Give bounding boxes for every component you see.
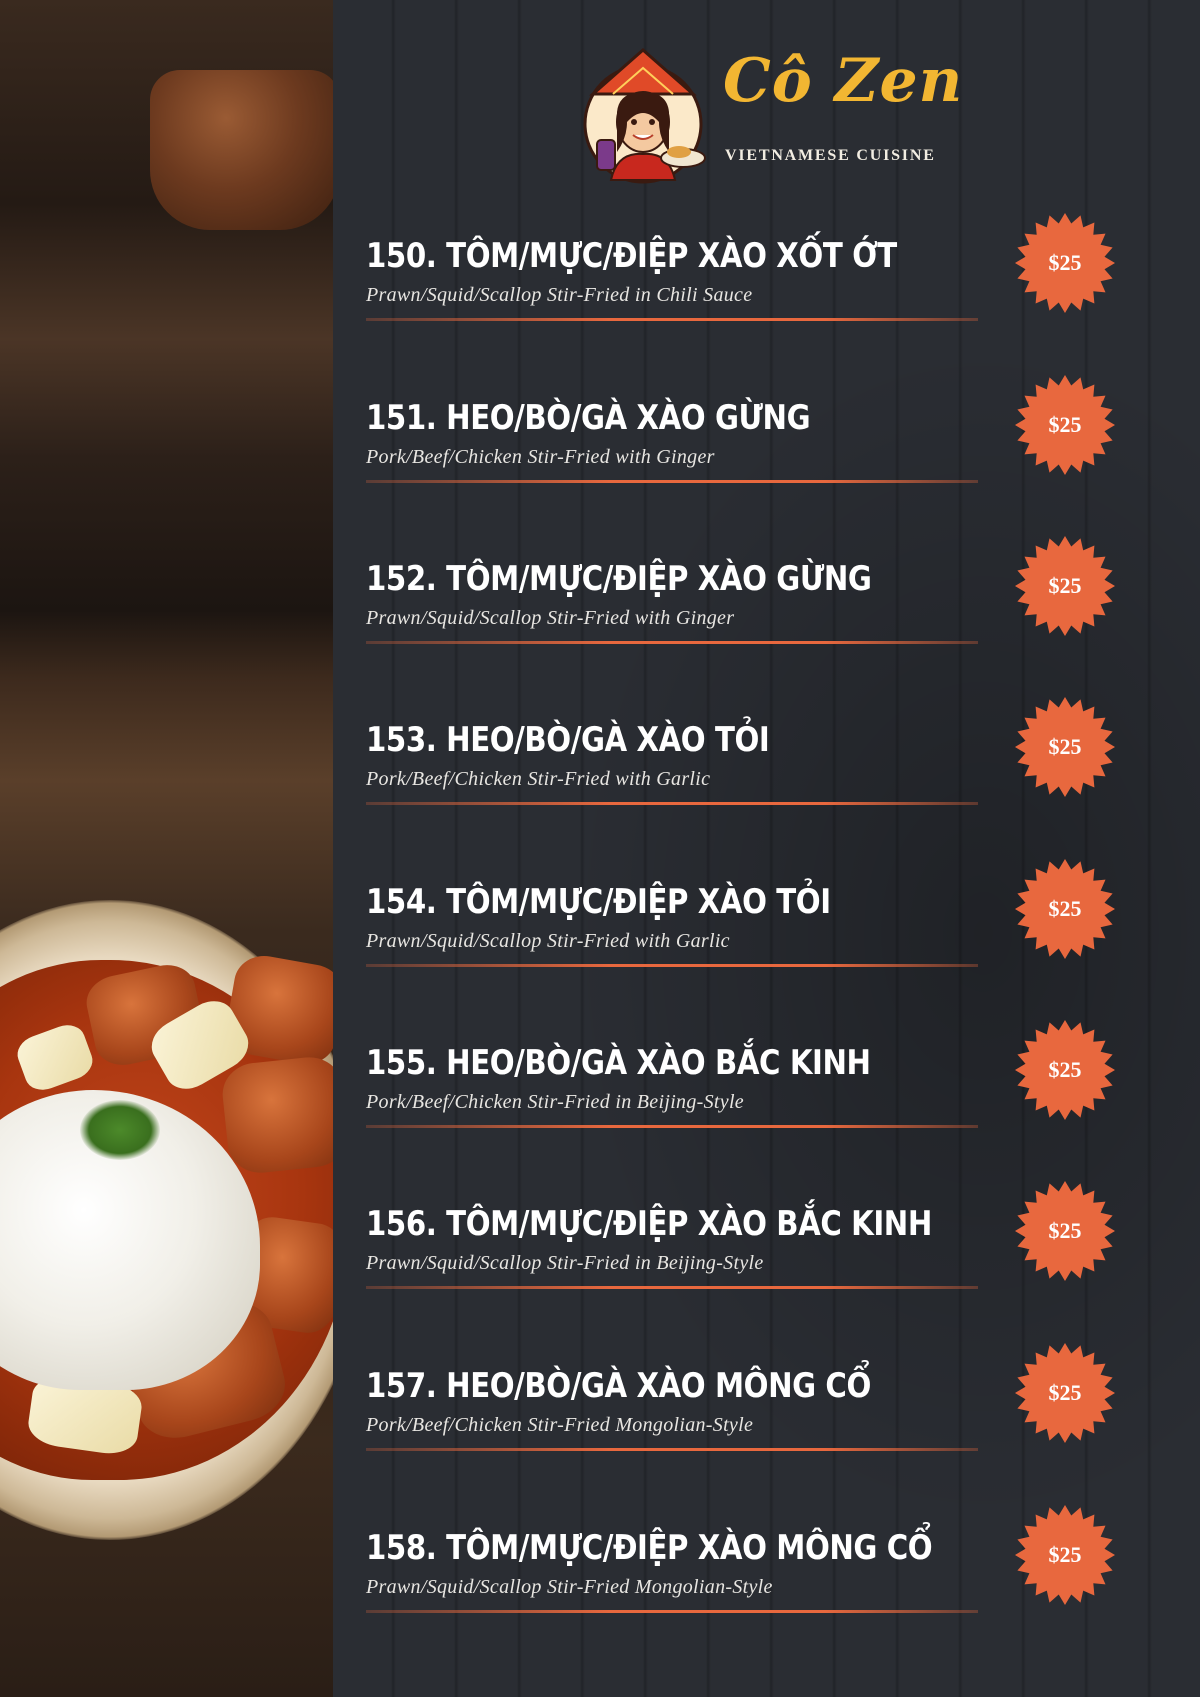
item-name: 152. TÔM/MỰC/ĐIỆP XÀO GỪNG: [366, 559, 872, 599]
menu-item: 151. HEO/BÒ/GÀ XÀO GỪNG Pork/Beef/Chicke…: [333, 375, 1200, 528]
menu-item: 155. HEO/BÒ/GÀ XÀO BẮC KINH Pork/Beef/Ch…: [333, 1020, 1200, 1173]
item-description: Prawn/Squid/Scallop Stir-Fried Mongolian…: [366, 1576, 773, 1598]
item-price: $25: [1048, 1380, 1082, 1405]
price-badge: $25: [1013, 857, 1117, 961]
item-divider: [366, 1125, 978, 1128]
chef-mascot-icon: [583, 48, 706, 184]
brand-logo: Cô Zen VIETNAMESE CUISINE: [573, 42, 962, 192]
menu-item: 156. TÔM/MỰC/ĐIỆP XÀO BẮC KINH Prawn/Squ…: [333, 1181, 1200, 1334]
item-description: Prawn/Squid/Scallop Stir-Fried with Garl…: [366, 930, 730, 952]
item-divider: [366, 802, 978, 805]
item-price: $25: [1048, 1218, 1082, 1243]
item-divider: [366, 480, 978, 483]
item-name: 157. HEO/BÒ/GÀ XÀO MÔNG CỔ: [366, 1366, 871, 1406]
item-divider: [366, 641, 978, 644]
item-divider: [366, 964, 978, 967]
menu-item: 152. TÔM/MỰC/ĐIỆP XÀO GỪNG Prawn/Squid/S…: [333, 536, 1200, 689]
item-description: Pork/Beef/Chicken Stir-Fried with Garlic: [366, 768, 711, 790]
item-name: 153. HEO/BÒ/GÀ XÀO TỎI: [366, 720, 770, 760]
brand-tagline: VIETNAMESE CUISINE: [725, 147, 936, 164]
menu-item: 158. TÔM/MỰC/ĐIỆP XÀO MÔNG CỔ Prawn/Squi…: [333, 1505, 1200, 1658]
cilantro-garnish: [80, 1100, 160, 1160]
brand-name: Cô Zen: [723, 46, 964, 116]
meat-piece: [219, 1054, 333, 1176]
price-badge: $25: [1013, 1179, 1117, 1283]
item-price: $25: [1048, 573, 1082, 598]
item-price: $25: [1048, 412, 1082, 437]
item-name: 151. HEO/BÒ/GÀ XÀO GỪNG: [366, 398, 811, 438]
food-photo: [0, 0, 333, 1697]
item-description: Pork/Beef/Chicken Stir-Fried in Beijing-…: [366, 1091, 744, 1113]
item-description: Pork/Beef/Chicken Stir-Fried with Ginger: [366, 446, 715, 468]
price-badge: $25: [1013, 1341, 1117, 1445]
menu-item: 154. TÔM/MỰC/ĐIỆP XÀO TỎI Prawn/Squid/Sc…: [333, 859, 1200, 1012]
item-description: Pork/Beef/Chicken Stir-Fried Mongolian-S…: [366, 1414, 754, 1436]
item-name: 154. TÔM/MỰC/ĐIỆP XÀO TỎI: [366, 882, 831, 922]
menu-item: 157. HEO/BÒ/GÀ XÀO MÔNG CỔ Pork/Beef/Chi…: [333, 1343, 1200, 1496]
item-name: 150. TÔM/MỰC/ĐIỆP XÀO XỐT ỚT: [366, 236, 897, 276]
menu-item: 150. TÔM/MỰC/ĐIỆP XÀO XỐT ỚT Prawn/Squid…: [333, 213, 1200, 366]
item-price: $25: [1048, 734, 1082, 759]
item-price: $25: [1048, 1057, 1082, 1082]
item-description: Prawn/Squid/Scallop Stir-Fried with Ging…: [366, 607, 735, 629]
item-name: 156. TÔM/MỰC/ĐIỆP XÀO BẮC KINH: [366, 1204, 932, 1244]
price-badge: $25: [1013, 1018, 1117, 1122]
item-divider: [366, 1610, 978, 1613]
price-badge: $25: [1013, 1503, 1117, 1607]
menu-item: 153. HEO/BÒ/GÀ XÀO TỎI Pork/Beef/Chicken…: [333, 697, 1200, 850]
item-price: $25: [1048, 896, 1082, 921]
item-divider: [366, 1286, 978, 1289]
clay-pot: [150, 70, 333, 230]
item-price: $25: [1048, 1542, 1082, 1567]
item-price: $25: [1048, 250, 1082, 275]
price-badge: $25: [1013, 211, 1117, 315]
item-name: 155. HEO/BÒ/GÀ XÀO BẮC KINH: [366, 1043, 871, 1083]
item-divider: [366, 1448, 978, 1451]
menu-panel: Cô Zen VIETNAMESE CUISINE 150. TÔM/MỰC/Đ…: [333, 0, 1200, 1697]
price-badge: $25: [1013, 695, 1117, 799]
item-description: Prawn/Squid/Scallop Stir-Fried in Beijin…: [366, 1252, 764, 1274]
item-name: 158. TÔM/MỰC/ĐIỆP XÀO MÔNG CỔ: [366, 1528, 933, 1568]
item-description: Prawn/Squid/Scallop Stir-Fried in Chili …: [366, 284, 753, 306]
price-badge: $25: [1013, 534, 1117, 638]
item-divider: [366, 318, 978, 321]
price-badge: $25: [1013, 373, 1117, 477]
